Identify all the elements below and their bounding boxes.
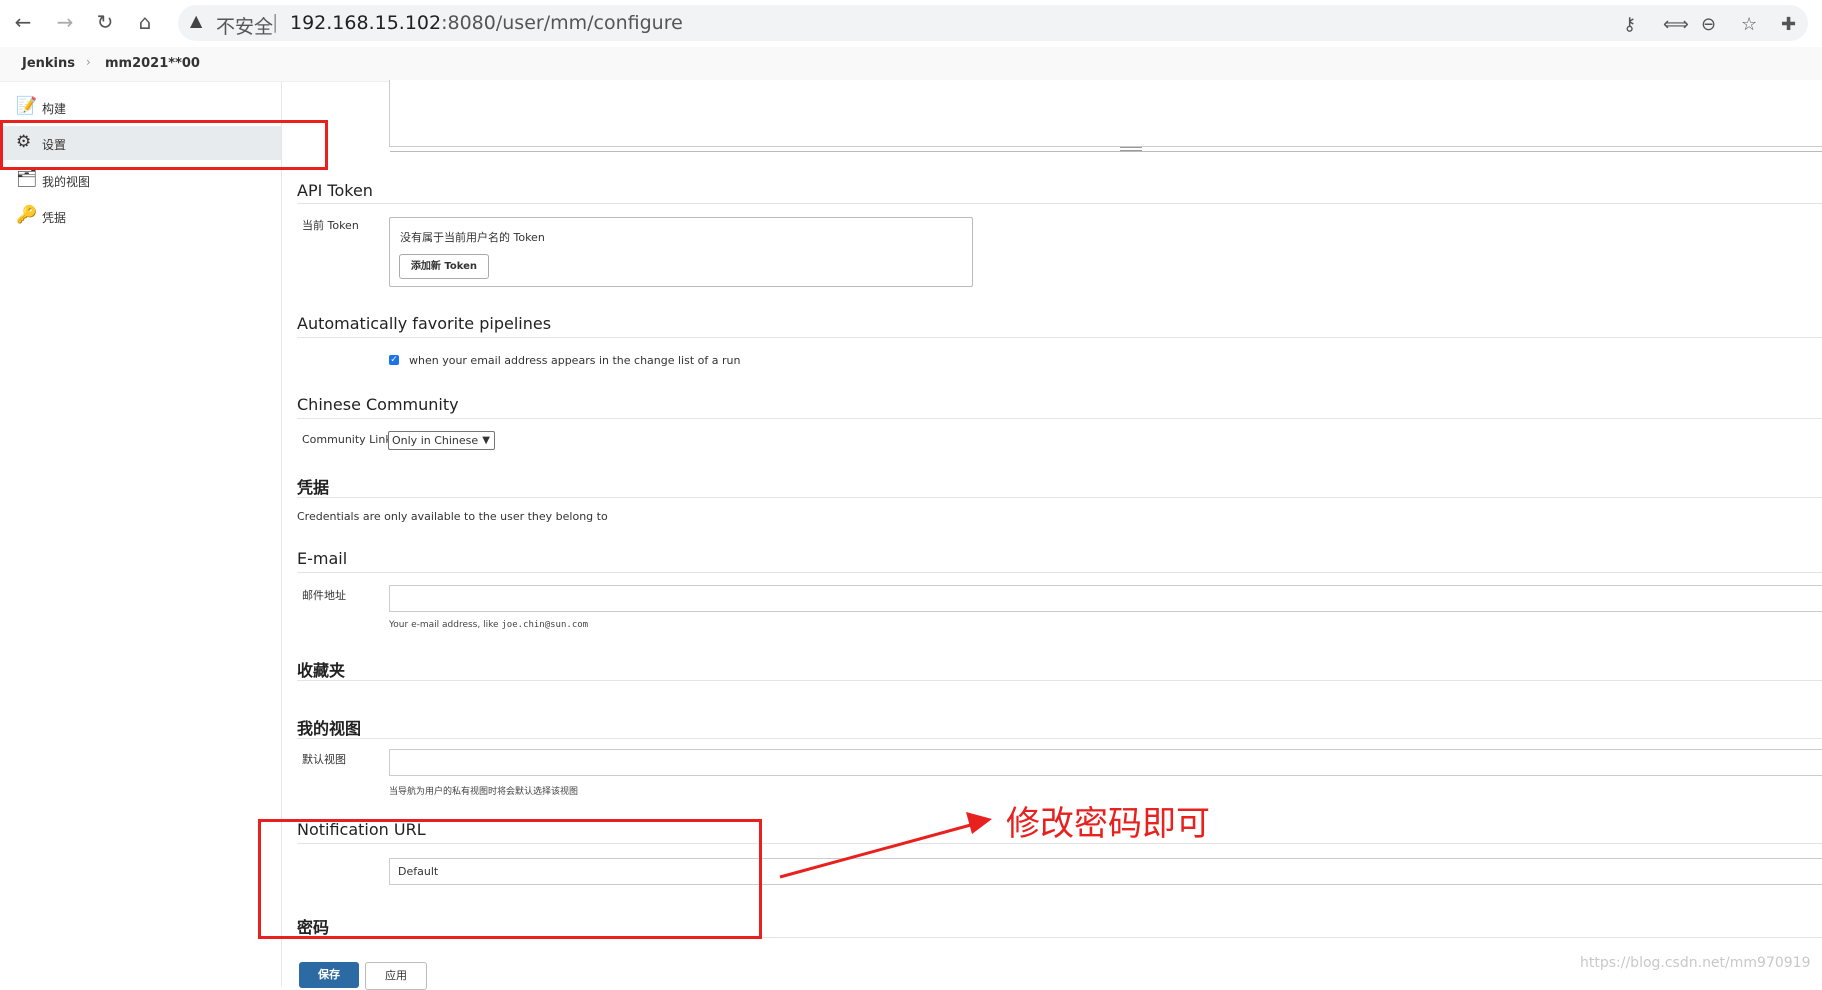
watermark: https://blog.csdn.net/mm970919 xyxy=(1580,955,1811,971)
annotation-arrow-icon xyxy=(779,812,992,879)
annotation-text: 修改密码即可 xyxy=(1006,804,1210,844)
